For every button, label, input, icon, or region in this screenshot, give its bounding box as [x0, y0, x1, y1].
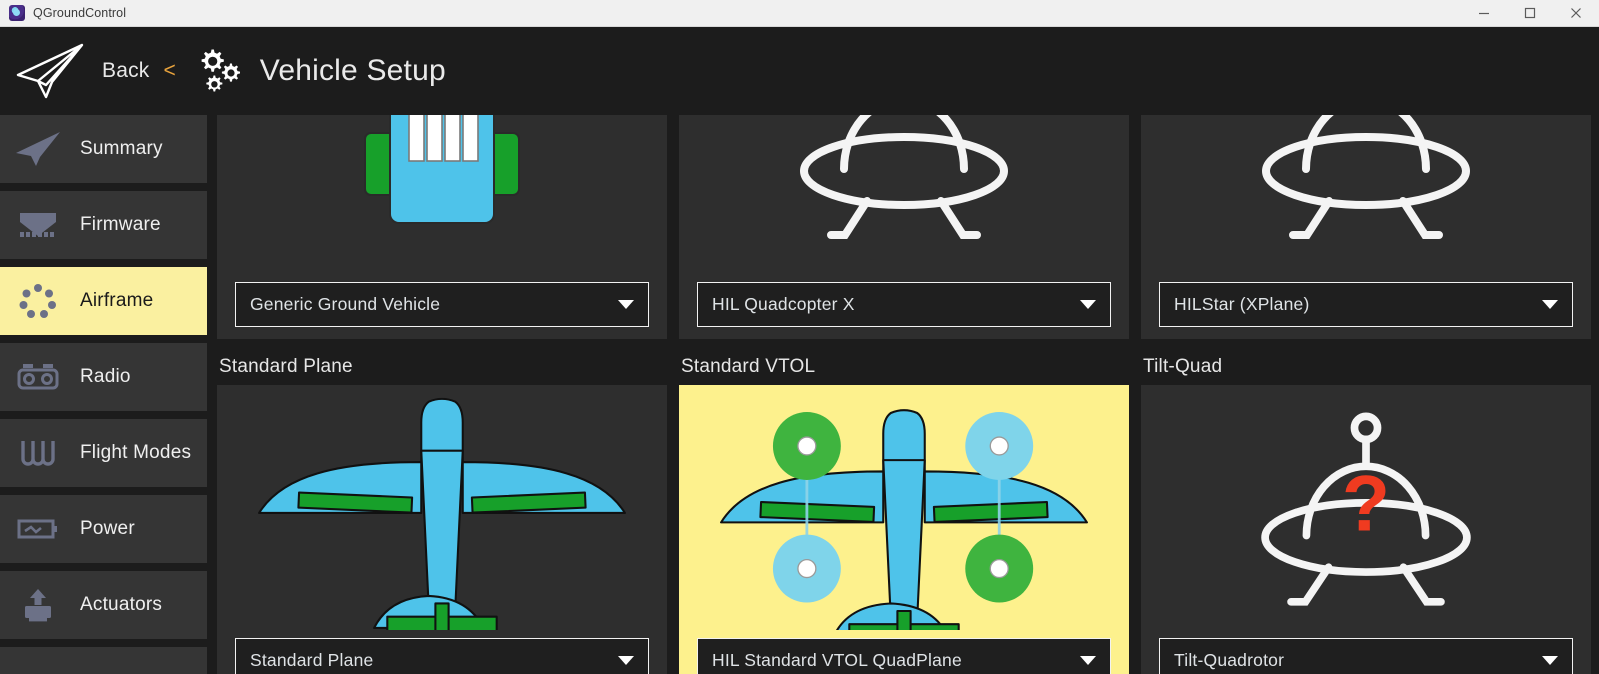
chevron-down-icon[interactable] [618, 300, 634, 309]
sidebar-item-label: Flight Modes [80, 442, 192, 463]
ufo-icon [1147, 115, 1585, 276]
airframe-cell-hilstar[interactable]: HILStar (XPlane) [1141, 115, 1591, 339]
airframe-group-header-tilt-quad: Tilt-Quad [1143, 355, 1223, 377]
sidebar-item-partial[interactable] [0, 647, 207, 674]
airframe-cell-ground-vehicle[interactable]: Generic Ground Vehicle [217, 115, 667, 339]
vtol-quadplane-icon [685, 391, 1123, 632]
airframe-row: Standard Plane HIL Standard VTOL QuadPla… [217, 385, 1591, 674]
window-controls [1461, 0, 1599, 26]
airframe-combo-tilt-quadrotor[interactable]: Tilt-Quadrotor [1159, 638, 1573, 674]
airframe-combo-hilstar[interactable]: HILStar (XPlane) [1159, 282, 1573, 327]
row-spacer [217, 339, 1589, 348]
sidebar-item-summary[interactable]: Summary [0, 115, 207, 183]
airframe-dots-icon [10, 280, 66, 322]
ufo-question-icon: ? [1147, 391, 1585, 632]
airframe-cell-tilt-quadrotor[interactable]: ? Tilt-Quadrotor [1141, 385, 1591, 674]
combo-value: Generic Ground Vehicle [250, 294, 441, 314]
svg-text:?: ? [1342, 460, 1390, 548]
airframe-group-header-standard-plane: Standard Plane [219, 355, 353, 377]
page-title: Vehicle Setup [259, 54, 446, 87]
paper-plane-icon[interactable] [12, 41, 88, 101]
airframe-header-row: Standard Plane Standard VTOL Tilt-Quad [217, 348, 1589, 385]
combo-value: HIL Standard VTOL QuadPlane [712, 650, 962, 670]
qgc-logo-icon [9, 5, 25, 21]
combo-value: Standard Plane [250, 650, 374, 670]
back-chevron-icon[interactable]: < [164, 59, 176, 83]
airframe-combo-standard-plane[interactable]: Standard Plane [235, 638, 649, 674]
sidebar-item-label: Firmware [80, 214, 161, 235]
airframe-grid-scroll[interactable]: Generic Ground Vehicle HIL Quadcopter X … [207, 115, 1599, 674]
chevron-down-icon[interactable] [1542, 656, 1558, 665]
ufo-icon [685, 115, 1123, 276]
sidebar-item-label: Actuators [80, 594, 163, 615]
airframe-grid: Generic Ground Vehicle HIL Quadcopter X … [217, 115, 1591, 674]
airframe-cell-hil-standard-vtol-quadplane[interactable]: HIL Standard VTOL QuadPlane [679, 385, 1129, 674]
wave-icon [10, 432, 66, 474]
sidebar-item-radio[interactable]: Radio [0, 343, 207, 411]
sidebar-item-flight-modes[interactable]: Flight Modes [0, 419, 207, 487]
airframe-row: Generic Ground Vehicle HIL Quadcopter X … [217, 115, 1591, 339]
chevron-down-icon[interactable] [1080, 300, 1096, 309]
airframe-cell-hil-quadcopter[interactable]: HIL Quadcopter X [679, 115, 1129, 339]
airframe-combo-ground-vehicle[interactable]: Generic Ground Vehicle [235, 282, 649, 327]
window-title-bar: QGroundControl [0, 0, 1599, 27]
sidebar-item-firmware[interactable]: Firmware [0, 191, 207, 259]
download-chip-icon [10, 204, 66, 246]
chevron-down-icon[interactable] [1080, 656, 1096, 665]
radio-icon [10, 356, 66, 398]
combo-value: HIL Quadcopter X [712, 294, 855, 314]
airframe-combo-hil-quadcopter[interactable]: HIL Quadcopter X [697, 282, 1111, 327]
maximize-icon[interactable] [1507, 0, 1553, 26]
gears-icon [194, 45, 246, 97]
sidebar-item-actuators[interactable]: Actuators [0, 571, 207, 639]
body-area: Summary Firmware Airframe Radio Flight M… [0, 115, 1599, 674]
sidebar-item-power[interactable]: Power [0, 495, 207, 563]
back-button-label[interactable]: Back [102, 59, 150, 83]
paper-plane-icon [10, 128, 66, 170]
sidebar-item-label: Radio [80, 366, 131, 387]
actuator-icon [10, 584, 66, 626]
chevron-down-icon[interactable] [1542, 300, 1558, 309]
sidebar-item-airframe[interactable]: Airframe [0, 267, 207, 335]
sidebar-item-label: Airframe [80, 290, 154, 311]
minimize-icon[interactable] [1461, 0, 1507, 26]
close-icon[interactable] [1553, 0, 1599, 26]
partial-icon [10, 660, 66, 674]
airframe-combo-hil-standard-vtol-quadplane[interactable]: HIL Standard VTOL QuadPlane [697, 638, 1111, 674]
page-header: Back < Vehicle Setup [0, 27, 1599, 115]
window-title: QGroundControl [33, 6, 127, 20]
ground-vehicle-icon [223, 115, 661, 276]
combo-value: Tilt-Quadrotor [1174, 650, 1285, 670]
setup-sidebar: Summary Firmware Airframe Radio Flight M… [0, 115, 207, 674]
sidebar-item-label: Power [80, 518, 135, 539]
airframe-group-header-standard-vtol: Standard VTOL [681, 355, 816, 377]
battery-icon [10, 508, 66, 550]
chevron-down-icon[interactable] [618, 656, 634, 665]
standard-plane-icon [223, 391, 661, 632]
sidebar-item-label: Summary [80, 138, 163, 159]
combo-value: HILStar (XPlane) [1174, 294, 1310, 314]
airframe-cell-standard-plane[interactable]: Standard Plane [217, 385, 667, 674]
